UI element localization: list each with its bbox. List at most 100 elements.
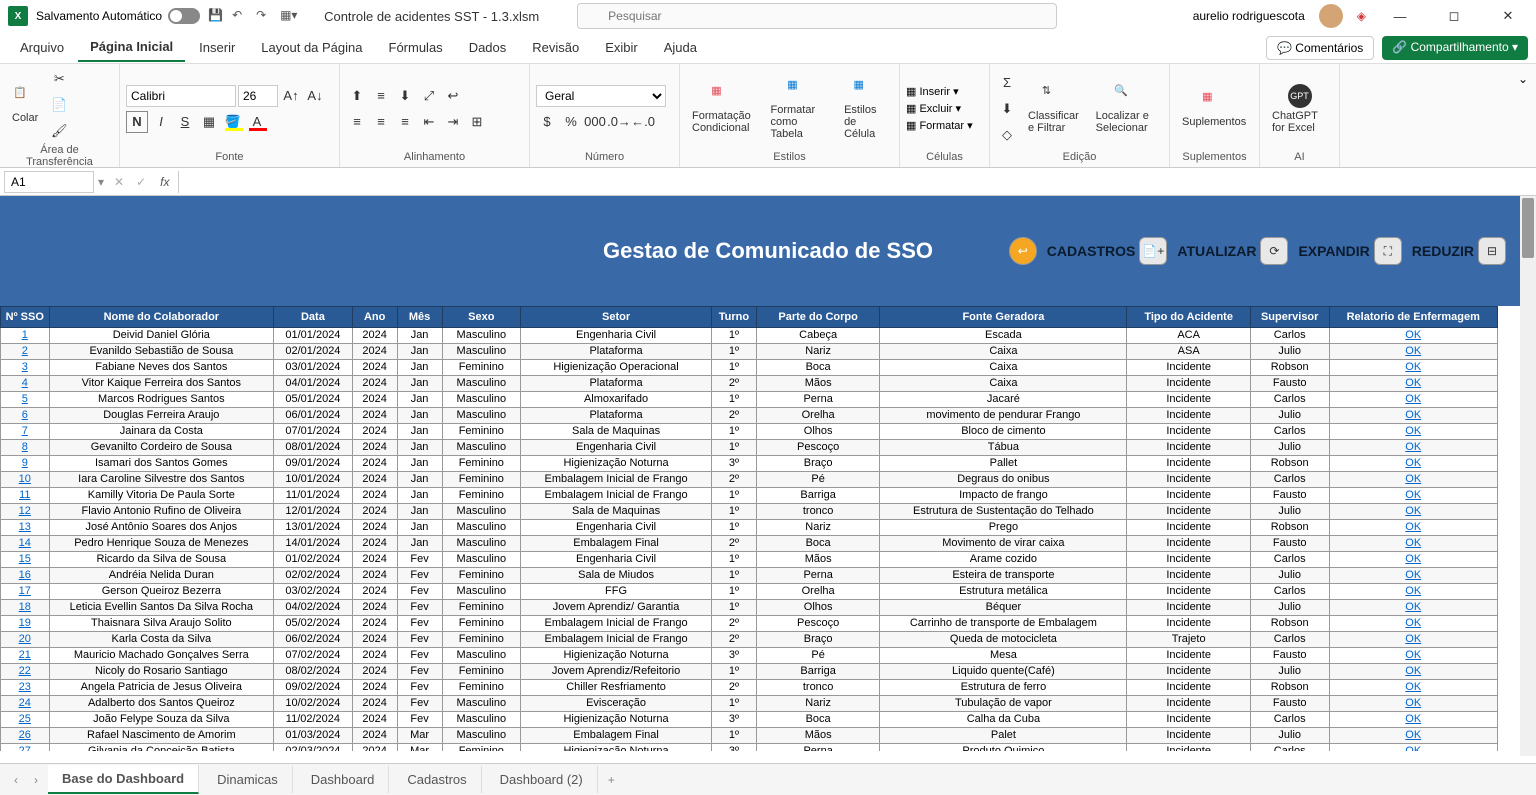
table-cell[interactable]: 12 — [1, 504, 50, 520]
table-cell[interactable]: 2024 — [352, 504, 397, 520]
col-header[interactable]: Supervisor — [1250, 307, 1329, 328]
table-cell[interactable]: Fabiane Neves dos Santos — [49, 360, 274, 376]
table-cell[interactable]: Mar — [397, 744, 442, 752]
thousands-icon[interactable]: 000 — [584, 111, 606, 133]
table-cell[interactable]: 19 — [1, 616, 50, 632]
table-row[interactable]: 18Leticia Evellin Santos Da Silva Rocha0… — [1, 600, 1498, 616]
table-cell[interactable]: Mãos — [756, 552, 880, 568]
search-input[interactable] — [577, 3, 1057, 29]
save-icon[interactable]: 💾 — [208, 8, 224, 24]
table-cell[interactable]: Masculino — [442, 712, 521, 728]
table-cell[interactable]: OK — [1329, 536, 1498, 552]
tab-inserir[interactable]: Inserir — [187, 34, 247, 61]
delete-cells-button[interactable]: ▦ Excluir ▾ — [906, 102, 973, 115]
table-cell[interactable]: Boca — [756, 360, 880, 376]
table-cell[interactable]: 03/01/2024 — [274, 360, 353, 376]
table-cell[interactable]: Jan — [397, 456, 442, 472]
table-cell[interactable]: 2024 — [352, 328, 397, 344]
table-cell[interactable]: OK — [1329, 456, 1498, 472]
table-row[interactable]: 7Jainara da Costa07/01/20242024JanFemini… — [1, 424, 1498, 440]
table-cell[interactable]: 04/01/2024 — [274, 376, 353, 392]
table-cell[interactable]: Feminino — [442, 744, 521, 752]
table-cell[interactable]: 2024 — [352, 408, 397, 424]
table-cell[interactable]: Incidente — [1127, 360, 1251, 376]
table-cell[interactable]: 2024 — [352, 392, 397, 408]
table-cell[interactable]: OK — [1329, 696, 1498, 712]
table-row[interactable]: 6Douglas Ferreira Araujo06/01/20242024Ja… — [1, 408, 1498, 424]
table-cell[interactable]: Fausto — [1250, 696, 1329, 712]
table-cell[interactable]: Feminino — [442, 600, 521, 616]
table-row[interactable]: 14Pedro Henrique Souza de Menezes14/01/2… — [1, 536, 1498, 552]
table-cell[interactable]: 1º — [711, 584, 756, 600]
table-cell[interactable]: Adalberto dos Santos Queiroz — [49, 696, 274, 712]
table-cell[interactable]: Carlos — [1250, 472, 1329, 488]
table-cell[interactable]: OK — [1329, 712, 1498, 728]
table-cell[interactable]: Incidente — [1127, 744, 1251, 752]
share-button[interactable]: 🔗 Compartilhamento ▾ — [1382, 36, 1528, 60]
table-cell[interactable]: OK — [1329, 392, 1498, 408]
collapse-ribbon-icon[interactable]: ⌄ — [1518, 72, 1528, 86]
banner-back-button[interactable]: ↩ — [1009, 237, 1037, 265]
fill-icon[interactable]: ⬇ — [996, 98, 1018, 120]
avatar[interactable] — [1319, 4, 1343, 28]
table-cell[interactable]: Feminino — [442, 568, 521, 584]
table-cell[interactable]: OK — [1329, 424, 1498, 440]
table-cell[interactable]: Braço — [756, 632, 880, 648]
tab-layout[interactable]: Layout da Página — [249, 34, 374, 61]
table-cell[interactable]: OK — [1329, 328, 1498, 344]
diamond-icon[interactable]: ◈ — [1357, 9, 1366, 23]
table-cell[interactable]: Chiller Resfriamento — [521, 680, 712, 696]
table-cell[interactable]: 05/01/2024 — [274, 392, 353, 408]
table-cell[interactable]: 1º — [711, 504, 756, 520]
table-row[interactable]: 2Evanildo Sebastião de Sousa02/01/202420… — [1, 344, 1498, 360]
conditional-format-button[interactable]: ▦Formatação Condicional — [686, 82, 760, 136]
table-cell[interactable]: Masculino — [442, 584, 521, 600]
table-cell[interactable]: 2024 — [352, 632, 397, 648]
table-cell[interactable]: Incidente — [1127, 520, 1251, 536]
table-cell[interactable]: Incidente — [1127, 696, 1251, 712]
tab-dados[interactable]: Dados — [457, 34, 519, 61]
table-cell[interactable]: 14 — [1, 536, 50, 552]
table-cell[interactable]: 7 — [1, 424, 50, 440]
table-cell[interactable]: 2024 — [352, 584, 397, 600]
table-cell[interactable]: Jan — [397, 328, 442, 344]
table-cell[interactable]: Estrutura metálica — [880, 584, 1127, 600]
table-cell[interactable]: Evanildo Sebastião de Sousa — [49, 344, 274, 360]
table-cell[interactable]: OK — [1329, 584, 1498, 600]
table-cell[interactable]: Fev — [397, 712, 442, 728]
table-cell[interactable]: Robson — [1250, 360, 1329, 376]
fill-color-button[interactable]: 🪣 — [222, 111, 244, 133]
table-cell[interactable]: Julio — [1250, 664, 1329, 680]
table-cell[interactable]: Carlos — [1250, 632, 1329, 648]
sheet-tab-cadastros[interactable]: Cadastros — [393, 766, 481, 793]
table-cell[interactable]: Rafael Nascimento de Amorim — [49, 728, 274, 744]
table-cell[interactable]: Perna — [756, 568, 880, 584]
table-cell[interactable]: Fev — [397, 568, 442, 584]
table-cell[interactable]: OK — [1329, 504, 1498, 520]
table-cell[interactable]: 2024 — [352, 344, 397, 360]
table-cell[interactable]: Robson — [1250, 680, 1329, 696]
table-cell[interactable]: Carlos — [1250, 552, 1329, 568]
table-cell[interactable]: Jan — [397, 392, 442, 408]
format-painter-icon[interactable]: 🖌 — [48, 120, 70, 142]
merge-icon[interactable]: ⊞ — [466, 111, 488, 133]
table-cell[interactable]: 2024 — [352, 440, 397, 456]
table-row[interactable]: 25João Felype Souza da Silva11/02/202420… — [1, 712, 1498, 728]
table-cell[interactable]: Ricardo da Silva de Sousa — [49, 552, 274, 568]
table-cell[interactable]: Incidente — [1127, 728, 1251, 744]
table-cell[interactable]: 2024 — [352, 680, 397, 696]
table-cell[interactable]: Masculino — [442, 408, 521, 424]
table-cell[interactable]: Calha da Cuba — [880, 712, 1127, 728]
table-cell[interactable]: Pé — [756, 648, 880, 664]
table-cell[interactable]: Fev — [397, 664, 442, 680]
table-cell[interactable]: 5 — [1, 392, 50, 408]
table-cell[interactable]: Isamari dos Santos Gomes — [49, 456, 274, 472]
table-cell[interactable]: 2024 — [352, 696, 397, 712]
table-cell[interactable]: Fausto — [1250, 376, 1329, 392]
table-cell[interactable]: OK — [1329, 648, 1498, 664]
table-row[interactable]: 8Gevanilto Cordeiro de Sousa08/01/202420… — [1, 440, 1498, 456]
table-cell[interactable]: Movimento de virar caixa — [880, 536, 1127, 552]
table-cell[interactable]: Estrutura de ferro — [880, 680, 1127, 696]
font-size-select[interactable] — [238, 85, 278, 107]
table-cell[interactable]: Masculino — [442, 344, 521, 360]
